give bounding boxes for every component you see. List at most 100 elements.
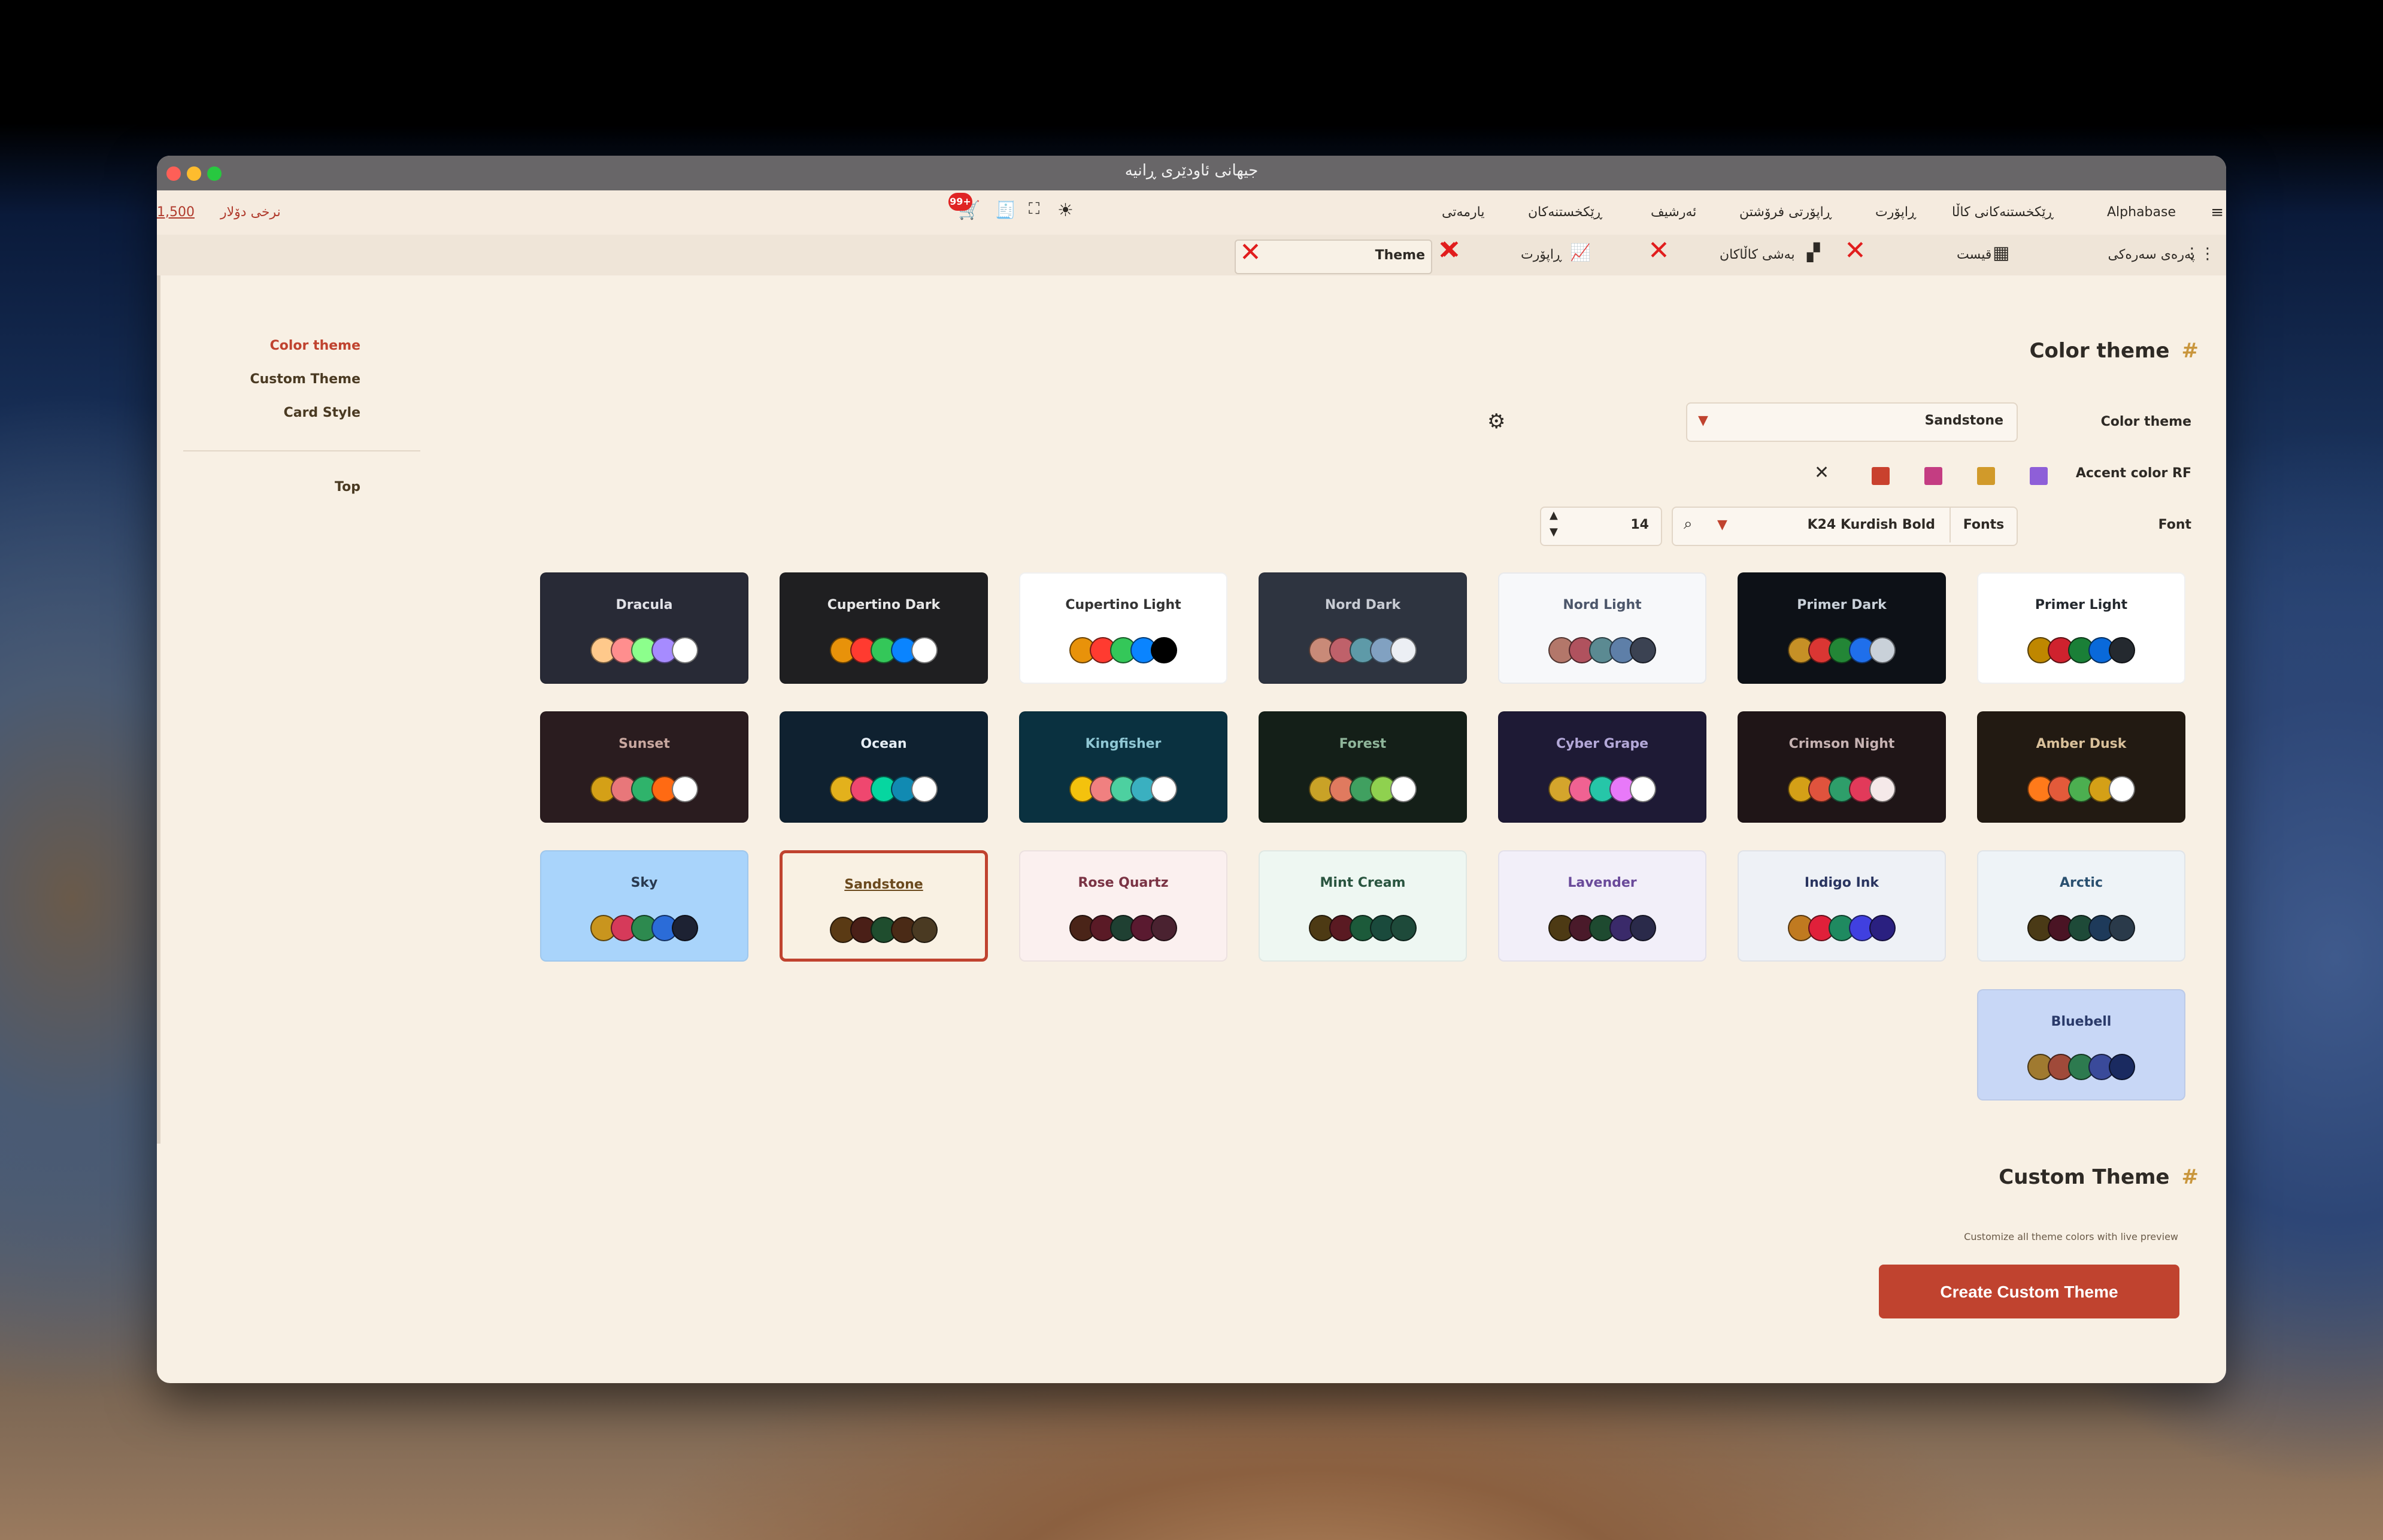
color-dot (1630, 776, 1656, 802)
tab-products-label: بەشی کاڵاکان (1720, 247, 1795, 262)
gear-icon[interactable]: ⚙ (1487, 410, 1505, 433)
theme-card[interactable]: Nord Light (1498, 572, 1706, 684)
theme-card[interactable]: Primer Light (1977, 572, 2185, 684)
accent-swatch-pink[interactable] (1924, 467, 1942, 485)
theme-card[interactable]: Forest (1259, 711, 1467, 823)
tab-installments[interactable]: ✕ قیست ▦ (1844, 235, 2048, 270)
theme-color-dots (1739, 915, 1945, 941)
tab-theme[interactable]: ✕ Theme (1235, 237, 1432, 274)
menu-item-help[interactable]: یارمەتی (1442, 205, 1485, 220)
color-dot (1869, 776, 1896, 802)
theme-card[interactable]: Amber Dusk (1977, 711, 2185, 823)
tab-home[interactable]: پەرەی سەرەکی ⋮⋮ (2102, 241, 2226, 270)
font-select[interactable]: ⌕ ▼ K24 Kurdish Bold Fonts (1672, 507, 2018, 546)
clear-accent-icon[interactable]: ✕ (1814, 462, 1829, 483)
sidebar-item-color-theme[interactable]: Color theme (181, 338, 360, 353)
color-dot (672, 637, 698, 663)
theme-card-name: Mint Cream (1320, 875, 1406, 890)
tab-home-label: پەرەی سەرەکی (2108, 247, 2195, 262)
theme-card[interactable]: Indigo Ink (1738, 850, 1946, 962)
create-custom-theme-button[interactable]: Create Custom Theme (1879, 1265, 2179, 1318)
theme-card[interactable]: Cyber Grape (1498, 711, 1706, 823)
sidebar-item-top[interactable]: Top (181, 480, 360, 495)
theme-card[interactable]: Sandstone (780, 850, 988, 962)
grid-icon: ⋮⋮ (2184, 245, 2215, 263)
title-bar: جیهانی ئاودێری ڕانیە (157, 156, 2226, 190)
window-title: جیهانی ئاودێری ڕانیە (1124, 162, 1259, 180)
color-dot (911, 637, 938, 663)
section-title-text: Custom Theme (1999, 1165, 2170, 1189)
theme-card-name: Dracula (616, 598, 673, 613)
color-dot (672, 915, 698, 941)
font-size-value: 14 (1630, 517, 1649, 532)
theme-card[interactable]: Dracula (540, 572, 748, 684)
theme-card-name: Sandstone (844, 877, 923, 892)
sidebar-scroll-track (157, 275, 160, 1144)
color-dot (1151, 776, 1177, 802)
theme-card[interactable]: Cupertino Dark (780, 572, 988, 684)
menu-item-alphabase[interactable]: Alphabase (2107, 205, 2176, 220)
color-dot (2109, 915, 2135, 941)
stepper-up-icon[interactable]: ▲ (1550, 509, 1558, 522)
accent-swatch-red[interactable] (1872, 467, 1890, 485)
close-tab-icon[interactable]: ✕ (1239, 237, 1262, 268)
theme-card[interactable]: Lavender (1498, 850, 1706, 962)
theme-card-name: Cupertino Light (1065, 598, 1181, 613)
theme-color-dots (1260, 637, 1466, 663)
invoice-icon[interactable]: 🧾 (995, 200, 1016, 220)
theme-card-name: Primer Light (2035, 598, 2128, 613)
close-tab-icon[interactable]: ✕ (1648, 235, 1670, 266)
theme-card[interactable]: Sky (540, 850, 748, 962)
theme-card[interactable]: Sunset (540, 711, 748, 823)
menu-item-sales-report[interactable]: ڕاپۆرتی فرۆشتن (1739, 205, 1832, 220)
theme-card[interactable]: Ocean (780, 711, 988, 823)
theme-card[interactable]: Kingfisher (1019, 711, 1227, 823)
theme-color-dots (1739, 776, 1945, 802)
section-title-color-theme: Color theme # (2030, 339, 2199, 363)
close-tab-icon[interactable]: ✕ (1844, 235, 1866, 266)
tab-theme-label: Theme (1375, 248, 1425, 263)
fullscreen-icon[interactable]: ⛶ (1029, 200, 1039, 219)
color-dot (2109, 637, 2135, 663)
theme-color-dots (541, 776, 747, 802)
color-dot (1390, 637, 1417, 663)
theme-color-dots (1499, 915, 1705, 941)
theme-card[interactable]: Crimson Night (1738, 711, 1946, 823)
tab-report-label: ڕاپۆرت (1521, 247, 1562, 262)
sidebar-item-card-style[interactable]: Card Style (181, 405, 360, 420)
theme-card-name: Forest (1339, 736, 1387, 751)
theme-card[interactable]: Mint Cream (1259, 850, 1467, 962)
theme-card[interactable]: Rose Quartz (1019, 850, 1227, 962)
color-theme-select[interactable]: ▼ Sandstone (1686, 402, 2018, 442)
theme-card-name: Rose Quartz (1078, 875, 1169, 890)
tab-products[interactable]: ✕ بەشی کاڵاکان ▞ (1648, 235, 1827, 270)
theme-color-dots (781, 776, 987, 802)
theme-card[interactable]: Arctic (1977, 850, 2185, 962)
theme-color-dots (1260, 776, 1466, 802)
theme-card[interactable]: Nord Dark (1259, 572, 1467, 684)
menu-item-report[interactable]: ڕاپۆرت (1875, 205, 1916, 220)
stepper-down-icon[interactable]: ▼ (1550, 526, 1558, 538)
theme-card-name: Nord Light (1563, 598, 1642, 613)
theme-card-name: Ocean (860, 736, 907, 751)
app-window: جیهانی ئاودێری ڕانیە ≡ Alphabase ڕێکخستن… (157, 156, 2226, 1383)
theme-color-dots (1020, 776, 1226, 802)
hamburger-menu-icon[interactable]: ≡ (2211, 204, 2224, 222)
theme-toggle-icon[interactable]: ☀ (1057, 200, 1074, 221)
accent-swatch-gold[interactable] (1977, 467, 1995, 485)
accent-swatch-purple[interactable] (2030, 467, 2048, 485)
theme-color-dots (1260, 915, 1466, 941)
theme-card[interactable]: Bluebell (1977, 989, 2185, 1101)
theme-color-dots (783, 917, 985, 943)
notification-badge: 99+ (948, 193, 972, 211)
close-tab-icon[interactable]: ✕ (1439, 235, 1462, 265)
menu-item-product-settings[interactable]: ڕێکخستنەکانی کاڵا (1952, 205, 2054, 220)
menu-item-archive[interactable]: ئەرشیف (1651, 205, 1696, 220)
theme-card[interactable]: Cupertino Light (1019, 572, 1227, 684)
sidebar-item-custom-theme[interactable]: Custom Theme (181, 372, 360, 387)
color-dot (672, 776, 698, 802)
fonts-button[interactable]: Fonts (1950, 508, 2017, 542)
font-size-stepper[interactable]: ▲ ▼ 14 (1540, 507, 1662, 546)
menu-item-settings[interactable]: ڕێکخستنەکان (1528, 205, 1602, 220)
theme-card[interactable]: Primer Dark (1738, 572, 1946, 684)
